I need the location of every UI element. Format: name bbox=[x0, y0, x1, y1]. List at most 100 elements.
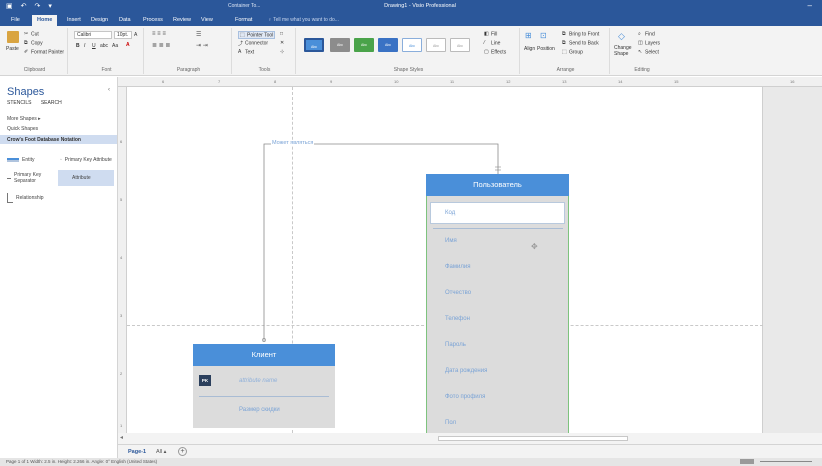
font-color-icon[interactable]: A bbox=[126, 42, 130, 48]
style-swatch-darkblue[interactable]: Abc bbox=[378, 38, 398, 52]
rectangle-tool-icon[interactable]: □ bbox=[280, 31, 283, 37]
scroll-left-icon[interactable]: ◂ bbox=[120, 434, 123, 441]
group-button[interactable]: ⬚ Group bbox=[562, 49, 583, 55]
font-size-box[interactable]: 10pt. bbox=[114, 31, 132, 39]
align-icon[interactable]: ⊞ bbox=[525, 31, 532, 40]
grow-font-icon[interactable]: A bbox=[134, 32, 137, 38]
attribute-row[interactable]: Дата рождения bbox=[445, 368, 487, 374]
quick-shapes-link[interactable]: Quick Shapes bbox=[7, 126, 38, 132]
master-attribute[interactable]: Attribute bbox=[58, 170, 114, 186]
minimize-button[interactable]: – bbox=[808, 1, 812, 10]
zoom-slider[interactable] bbox=[760, 461, 812, 462]
change-shape-button[interactable]: Change Shape bbox=[614, 45, 636, 57]
undo-icon[interactable]: ↶ bbox=[21, 2, 27, 10]
drawing-page[interactable]: Может являться Пользователь Код Имя Фами… bbox=[127, 87, 763, 433]
customize-qat-icon[interactable]: ▾ bbox=[48, 2, 52, 10]
tab-home[interactable]: Home bbox=[32, 15, 58, 26]
attribute-row[interactable]: Размер скидки bbox=[239, 407, 280, 413]
horizontal-scrollbar[interactable]: ◂ bbox=[118, 433, 822, 444]
relationship-label[interactable]: Может являться bbox=[271, 140, 315, 146]
change-case-button[interactable]: Aa bbox=[112, 43, 118, 49]
bold-button[interactable]: B bbox=[76, 43, 80, 49]
add-page-button[interactable]: + bbox=[178, 447, 187, 456]
indent-icon[interactable]: ⇥ ⇥ bbox=[196, 42, 208, 49]
entity-user-header[interactable]: Пользователь bbox=[426, 174, 569, 196]
style-swatch-blue-selected[interactable]: Abc bbox=[304, 38, 324, 52]
bullets-icon[interactable]: ☰ bbox=[196, 31, 201, 38]
find-button[interactable]: ⌕ Find bbox=[638, 31, 655, 37]
text-tool-button[interactable]: A Text bbox=[238, 49, 254, 55]
redo-icon[interactable]: ↷ bbox=[35, 2, 41, 10]
scrollbar-thumb[interactable] bbox=[438, 436, 628, 441]
entity-client-header[interactable]: Клиент bbox=[193, 344, 335, 366]
attribute-row[interactable]: Отчество bbox=[445, 290, 471, 296]
master-entity[interactable]: Entity bbox=[7, 153, 57, 167]
layers-button[interactable]: ◫ Layers bbox=[638, 40, 660, 46]
tab-design[interactable]: Design bbox=[86, 15, 113, 26]
style-swatch-gray[interactable]: Abc bbox=[330, 38, 350, 52]
stencils-tab[interactable]: STENCILS bbox=[7, 100, 31, 106]
style-swatch-green[interactable]: Abc bbox=[354, 38, 374, 52]
font-name-box[interactable]: Calibri bbox=[74, 31, 112, 39]
master-primary-key-separator[interactable]: Primary Key Separator bbox=[7, 170, 57, 186]
attribute-row[interactable]: Пол bbox=[445, 420, 456, 426]
italic-button[interactable]: I bbox=[84, 43, 85, 49]
page-tabs-bar: Page-1 All ▴ + bbox=[118, 444, 822, 458]
effects-button[interactable]: ▢ Effects bbox=[484, 49, 506, 55]
tab-insert[interactable]: Insert bbox=[62, 15, 86, 26]
tab-process[interactable]: Process bbox=[138, 15, 168, 26]
entity-user-body[interactable]: Код Имя Фамилия Отчество Телефон Пароль … bbox=[426, 196, 569, 433]
bring-to-front-button[interactable]: ⧉ Bring to Front bbox=[562, 31, 599, 37]
entity-user-key-field[interactable]: Код bbox=[430, 202, 565, 224]
paste-icon[interactable] bbox=[7, 31, 19, 43]
all-pages-button[interactable]: All ▴ bbox=[156, 449, 166, 455]
change-shape-icon[interactable]: ◇ bbox=[618, 31, 625, 42]
attribute-row[interactable]: Пароль bbox=[445, 342, 466, 348]
search-tab[interactable]: SEARCH bbox=[41, 100, 62, 106]
tab-review[interactable]: Review bbox=[168, 15, 196, 26]
style-swatch-outline-light[interactable]: Abc bbox=[450, 38, 470, 52]
collapse-pane-icon[interactable]: ‹ bbox=[108, 87, 110, 93]
send-to-back-button[interactable]: ⧉ Send to Back bbox=[562, 40, 599, 46]
copy-button[interactable]: ⧉ Copy bbox=[24, 40, 43, 46]
style-swatch-outline-gray[interactable]: Abc bbox=[426, 38, 446, 52]
line-button[interactable]: ⁄ Line bbox=[484, 40, 500, 46]
format-painter-button[interactable]: ✐ Format Painter bbox=[24, 49, 64, 55]
drawing-canvas[interactable]: Может являться Пользователь Код Имя Фами… bbox=[127, 87, 822, 433]
attribute-row[interactable]: Фамилия bbox=[445, 264, 470, 270]
cut-button[interactable]: ✂ Cut bbox=[24, 31, 39, 37]
master-primary-key-attribute[interactable]: ◦ Primary Key Attribute bbox=[60, 153, 115, 167]
tab-format[interactable]: Format bbox=[230, 15, 257, 26]
align-button[interactable]: Align bbox=[524, 46, 535, 52]
close-tool-icon[interactable]: ✕ bbox=[280, 40, 284, 46]
fill-button[interactable]: ◧ Fill bbox=[484, 31, 497, 37]
tab-file[interactable]: File bbox=[6, 15, 25, 26]
position-icon[interactable]: ⊡ bbox=[540, 31, 547, 40]
master-relationship[interactable]: Relationship bbox=[7, 191, 67, 205]
tab-data[interactable]: Data bbox=[114, 15, 136, 26]
more-shapes-link[interactable]: More Shapes ▸ bbox=[7, 116, 41, 122]
style-swatch-outline-blue[interactable]: Abc bbox=[402, 38, 422, 52]
attribute-row[interactable]: Телефон bbox=[445, 316, 470, 322]
connector-button[interactable]: ⤴ Connector bbox=[238, 40, 268, 47]
magnifier-icon: ⌕ bbox=[638, 31, 641, 37]
select-button[interactable]: ↖ Select bbox=[638, 49, 659, 55]
save-icon[interactable]: ▣ bbox=[6, 2, 13, 10]
position-button[interactable]: Position bbox=[537, 46, 555, 52]
attribute-row[interactable]: Имя bbox=[445, 238, 457, 244]
attribute-row[interactable]: Фото профиля bbox=[445, 394, 485, 400]
pointer-tool-button[interactable]: ⬚ Pointer Tool bbox=[238, 31, 276, 40]
align-top-icon[interactable]: ≡ ≡ ≡ bbox=[152, 31, 166, 37]
connection-point-icon[interactable]: ⊹ bbox=[280, 49, 284, 55]
tab-view[interactable]: View bbox=[196, 15, 218, 26]
paste-button[interactable]: Paste bbox=[6, 46, 19, 52]
primary-key-attribute[interactable]: attribute name bbox=[239, 378, 277, 384]
tell-me-search[interactable]: ♀ Tell me what you want to do... bbox=[268, 17, 339, 23]
strikethrough-button[interactable]: abc bbox=[100, 43, 108, 49]
page-tab-page-1[interactable]: Page-1 bbox=[128, 449, 146, 455]
align-left-icon[interactable]: ≣ ≣ ≣ bbox=[152, 42, 170, 49]
underline-button[interactable]: U bbox=[92, 43, 96, 49]
view-mode-icon[interactable] bbox=[740, 459, 754, 464]
entity-client-body[interactable]: PK attribute name Размер скидки bbox=[193, 366, 335, 428]
stencil-crows-foot[interactable]: Crow's Foot Database Notation bbox=[0, 135, 117, 144]
